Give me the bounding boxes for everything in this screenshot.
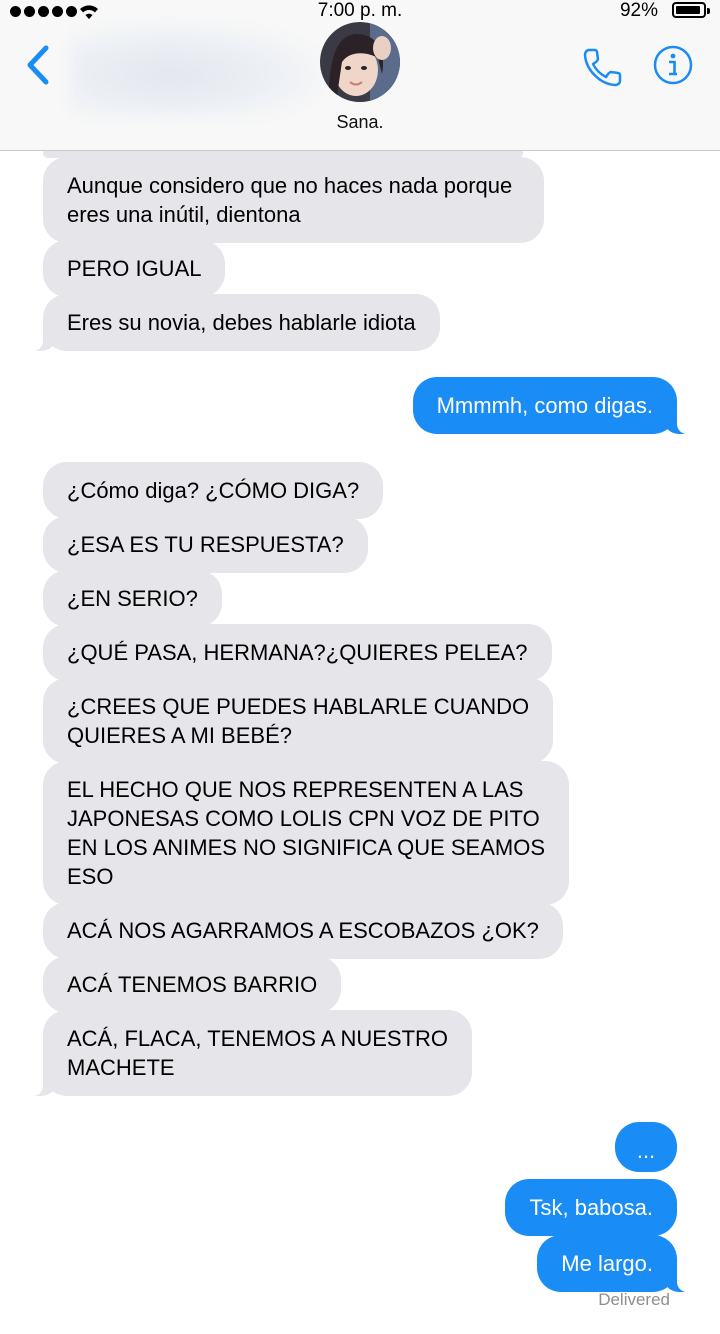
info-button[interactable]: [652, 44, 694, 86]
message-bubble-incoming[interactable]: ACÁ TENEMOS BARRIO: [43, 956, 342, 1013]
chevron-left-icon: [27, 45, 49, 85]
back-button[interactable]: [22, 40, 58, 90]
info-icon: [653, 45, 693, 85]
status-bar: 7:00 p. m. 92%: [0, 0, 720, 40]
phone-icon: [583, 48, 622, 87]
message-bubble-outgoing[interactable]: Mmmmh, como digas.: [412, 377, 692, 434]
call-button[interactable]: [580, 44, 626, 90]
battery-icon: [672, 2, 710, 18]
contact-name[interactable]: Sana.: [0, 112, 720, 133]
message-bubble-incoming[interactable]: ¿CREES QUE PUEDES HABLARLE CUANDO QUIERE…: [43, 678, 554, 764]
status-time: 7:00 p. m.: [317, 0, 403, 21]
message-bubble-incoming[interactable]: ¿ESA ES TU RESPUESTA?: [43, 516, 368, 573]
message-bubble-incoming[interactable]: ¿EN SERIO?: [43, 570, 222, 627]
message-bubble-outgoing[interactable]: Tsk, babosa.: [505, 1179, 677, 1236]
message-bubble-incoming[interactable]: ¿Cómo diga? ¿CÓMO DIGA?: [43, 462, 384, 519]
message-bubble-incoming[interactable]: PERO IGUAL: [43, 240, 226, 297]
message-bubble-incoming[interactable]: EL HECHO QUE NOS REPRESENTEN A LAS JAPON…: [43, 761, 569, 905]
message-bubble-incoming[interactable]: Aunque considero que no haces nada porqu…: [43, 157, 544, 243]
message-bubble-outgoing[interactable]: ...: [615, 1122, 677, 1172]
message-bubble-incoming[interactable]: ¿QUÉ PASA, HERMANA?¿QUIERES PELEA?: [43, 624, 552, 681]
battery-percentage: 92%: [619, 0, 658, 21]
message-bubble-outgoing[interactable]: Me largo.: [537, 1235, 691, 1292]
message-bubble-incoming[interactable]: Eres su novia, debes hablarle idiota: [29, 294, 440, 351]
delivered-status: Delivered: [598, 1290, 670, 1309]
message-bubble-incoming[interactable]: ACÁ NOS AGARRAMOS A ESCOBAZOS ¿OK?: [43, 902, 563, 959]
message-bubble-incoming[interactable]: ACÁ, FLACA, TENEMOS A NUESTRO MACHETE: [28, 1010, 473, 1096]
